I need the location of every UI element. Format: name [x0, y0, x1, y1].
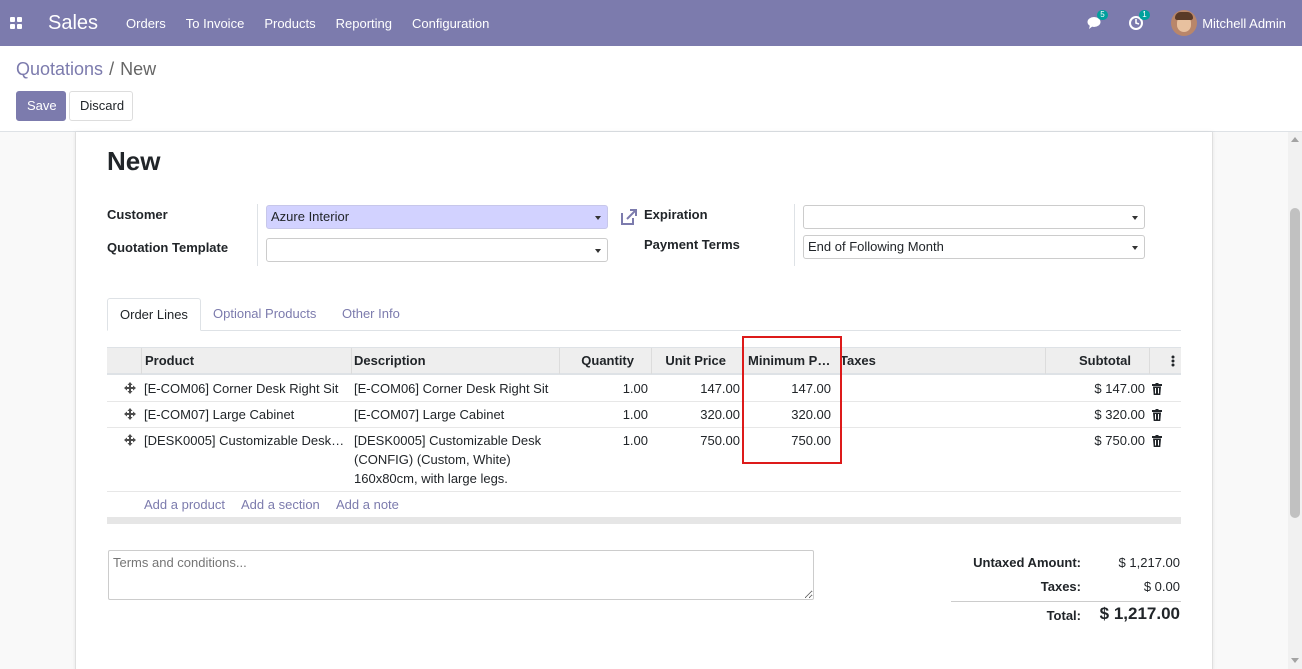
line-quantity[interactable]: 1.00: [563, 405, 648, 424]
messages-button[interactable]: 5: [1087, 10, 1108, 31]
totals-divider: [951, 601, 1181, 602]
highlight-box: [742, 336, 842, 464]
tab-other-info[interactable]: Other Info: [330, 298, 412, 331]
order-lines-header: Product Description Quantity Unit Price …: [107, 347, 1181, 375]
column-unit-price[interactable]: Unit Price: [655, 348, 726, 374]
chevron-down-icon[interactable]: [595, 216, 601, 220]
expiration-label: Expiration: [644, 207, 708, 222]
discard-button[interactable]: Discard: [69, 91, 133, 121]
menu-orders[interactable]: Orders: [126, 16, 166, 31]
tab-order-lines[interactable]: Order Lines: [107, 298, 201, 331]
quotation-template-label: Quotation Template: [107, 240, 229, 255]
drag-handle-icon[interactable]: [124, 382, 136, 394]
activities-count-badge: 1: [1139, 10, 1150, 20]
top-navbar: Sales Orders To Invoice Products Reporti…: [0, 0, 1302, 46]
drag-handle-icon[interactable]: [124, 434, 136, 446]
line-product[interactable]: [E-COM07] Large Cabinet: [144, 405, 349, 424]
app-name[interactable]: Sales: [48, 12, 98, 35]
line-product[interactable]: [E-COM06] Corner Desk Right Sit: [144, 379, 349, 398]
scroll-down-icon[interactable]: [1291, 658, 1299, 663]
breadcrumb: Quotations / New: [16, 59, 156, 80]
breadcrumb-separator: /: [109, 59, 115, 79]
user-name[interactable]: Mitchell Admin: [1202, 16, 1286, 31]
menu-configuration[interactable]: Configuration: [412, 16, 489, 31]
save-button[interactable]: Save: [16, 91, 66, 121]
scrollbar-thumb[interactable]: [1290, 208, 1300, 518]
customer-field[interactable]: Azure Interior: [266, 205, 608, 229]
customer-value: Azure Interior: [271, 209, 350, 224]
apps-menu-icon[interactable]: [10, 17, 22, 29]
line-product[interactable]: [DESK0005] Customizable Desk…: [144, 431, 349, 450]
menu-to-invoice[interactable]: To Invoice: [186, 16, 245, 31]
form-title: New: [107, 146, 161, 176]
taxes-label: Taxes:: [1040, 579, 1081, 594]
line-unit-price[interactable]: 147.00: [655, 379, 740, 398]
messages-count-badge: 5: [1097, 10, 1108, 20]
row-divider: [107, 427, 1181, 428]
control-panel: Quotations / New Save Discard: [0, 46, 1302, 132]
menu-reporting[interactable]: Reporting: [336, 16, 392, 31]
total-value: $ 1,217.00: [1099, 604, 1180, 623]
menu-products[interactable]: Products: [264, 16, 315, 31]
line-description[interactable]: [E-COM07] Large Cabinet: [354, 405, 559, 424]
payment-terms-value: End of Following Month: [808, 239, 944, 254]
line-description[interactable]: [DESK0005] Customizable Desk (CONFIG) (C…: [354, 431, 559, 488]
expiration-field[interactable]: [803, 205, 1145, 229]
external-link-icon[interactable]: [620, 208, 638, 226]
line-quantity[interactable]: 1.00: [563, 431, 648, 450]
chevron-down-icon[interactable]: [1132, 216, 1138, 220]
add-note-link[interactable]: Add a note: [336, 495, 399, 514]
line-unit-price[interactable]: 320.00: [655, 405, 740, 424]
description-line: (CONFIG) (Custom, White): [354, 452, 511, 467]
column-subtotal[interactable]: Subtotal: [1049, 348, 1131, 374]
description-line: 160x80cm, with large legs.: [354, 471, 508, 486]
breadcrumb-quotations[interactable]: Quotations: [16, 59, 103, 79]
terms-input[interactable]: [108, 550, 814, 600]
column-options-icon[interactable]: [1171, 355, 1175, 367]
table-footer: [107, 517, 1181, 524]
row-divider: [107, 401, 1181, 402]
line-subtotal: $ 147.00: [1094, 381, 1145, 396]
drag-handle-icon[interactable]: [124, 408, 136, 420]
avatar[interactable]: [1171, 10, 1198, 36]
field-separator: [794, 204, 795, 266]
payment-terms-label: Payment Terms: [644, 237, 740, 252]
column-product[interactable]: Product: [145, 348, 345, 374]
trash-icon[interactable]: [1152, 435, 1162, 447]
scroll-up-icon[interactable]: [1291, 137, 1299, 142]
column-quantity[interactable]: Quantity: [563, 348, 634, 374]
line-subtotal: $ 750.00: [1094, 433, 1145, 448]
trash-icon[interactable]: [1152, 409, 1162, 421]
untaxed-amount-value: $ 1,217.00: [1118, 555, 1180, 570]
activities-button[interactable]: 1: [1129, 10, 1150, 31]
tab-optional-products[interactable]: Optional Products: [201, 298, 328, 331]
row-divider: [107, 491, 1181, 492]
chevron-down-icon[interactable]: [1132, 246, 1138, 250]
add-section-link[interactable]: Add a section: [241, 495, 320, 514]
trash-icon[interactable]: [1152, 383, 1162, 395]
column-description[interactable]: Description: [354, 348, 554, 374]
customer-label: Customer: [107, 207, 168, 222]
column-taxes[interactable]: Taxes: [840, 348, 940, 374]
breadcrumb-current: New: [120, 59, 157, 79]
chevron-down-icon[interactable]: [595, 249, 601, 253]
description-line: [DESK0005] Customizable Desk: [354, 433, 542, 448]
field-separator: [257, 204, 258, 266]
taxes-value: $ 0.00: [1143, 579, 1180, 594]
line-subtotal: $ 320.00: [1094, 407, 1145, 422]
add-product-link[interactable]: Add a product: [144, 495, 225, 514]
untaxed-amount-label: Untaxed Amount:: [973, 555, 1081, 570]
payment-terms-field[interactable]: End of Following Month: [803, 235, 1145, 259]
line-description[interactable]: [E-COM06] Corner Desk Right Sit: [354, 379, 559, 398]
line-unit-price[interactable]: 750.00: [655, 431, 740, 450]
quotation-template-field[interactable]: [266, 238, 608, 262]
line-quantity[interactable]: 1.00: [563, 379, 648, 398]
